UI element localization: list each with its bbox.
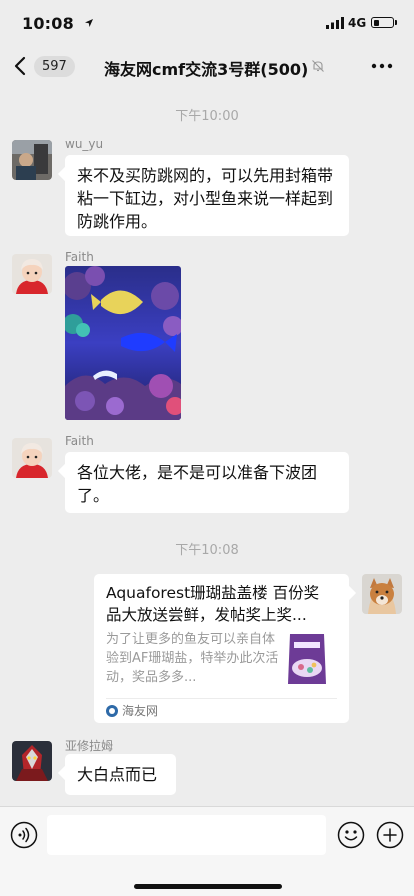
avatar-faith[interactable] (12, 254, 52, 294)
unread-count-badge: 597 (34, 55, 75, 77)
aquarium-photo (65, 266, 181, 420)
voice-input-button[interactable] (10, 821, 38, 849)
site-logo-icon (106, 705, 118, 717)
message-input[interactable] (47, 815, 326, 855)
avatar-image (12, 254, 52, 294)
nav-bar: 597 海友网cmf交流3号群(500) (0, 44, 414, 88)
battery-icon (371, 17, 394, 28)
link-divider (106, 698, 337, 699)
mute-bell-icon (312, 60, 324, 72)
message-bubble[interactable]: 来不及买防跳网的，可以先用封箱带粘一下缸边，对小型鱼来说一样起到防跳作用。 (65, 155, 349, 236)
avatar-faith[interactable] (12, 438, 52, 478)
link-description: 为了让更多的鱼友可以亲自体验到AF珊瑚盐，特举办此次活动，奖品多多... (106, 632, 279, 685)
avatar-self[interactable] (362, 574, 402, 614)
more-options-button[interactable] (370, 58, 394, 74)
signal-bars-icon (326, 17, 344, 29)
avatar-image (12, 741, 52, 781)
back-button[interactable]: 597 (14, 52, 75, 80)
sender-name: Faith (65, 250, 94, 264)
link-card[interactable]: Aquaforest珊瑚盐盖楼 百份奖品大放送尝鲜，发帖奖上奖... 为了让更多… (94, 574, 349, 723)
link-source: 海友网 (122, 704, 159, 718)
network-type: 4G (348, 16, 367, 30)
emoji-button[interactable] (337, 821, 365, 849)
avatar-wu-yu[interactable] (12, 140, 52, 180)
avatar-image (12, 140, 52, 180)
sender-name: wu_yu (65, 137, 104, 151)
more-functions-button[interactable] (376, 821, 404, 849)
home-indicator (134, 884, 282, 889)
battery-level (373, 19, 380, 26)
link-thumbnail (284, 628, 330, 688)
status-time: 10:08 (22, 14, 74, 33)
chat-title: 海友网cmf交流3号群(500) (104, 60, 309, 79)
sender-name: Faith (65, 434, 94, 448)
status-bar: 10:08 4G (0, 0, 414, 44)
avatar-image (12, 438, 52, 478)
message-bubble[interactable]: 大白点而已 (65, 754, 176, 795)
sender-name: 亚修拉姆 (65, 739, 114, 753)
input-bar (0, 806, 414, 896)
time-divider: 下午10:00 (175, 109, 239, 124)
message-bubble[interactable]: 各位大佬，是不是可以准备下波团了。 (65, 452, 349, 513)
time-divider: 下午10:08 (175, 543, 239, 558)
location-arrow-icon (85, 19, 93, 27)
photo-message[interactable] (65, 266, 181, 420)
battery-nub (395, 20, 397, 25)
chevron-left-icon (14, 56, 26, 76)
avatar-yaxiulamu[interactable] (12, 741, 52, 781)
link-title: Aquaforest珊瑚盐盖楼 百份奖品大放送尝鲜，发帖奖上奖... (106, 584, 320, 624)
avatar-image (362, 574, 402, 614)
